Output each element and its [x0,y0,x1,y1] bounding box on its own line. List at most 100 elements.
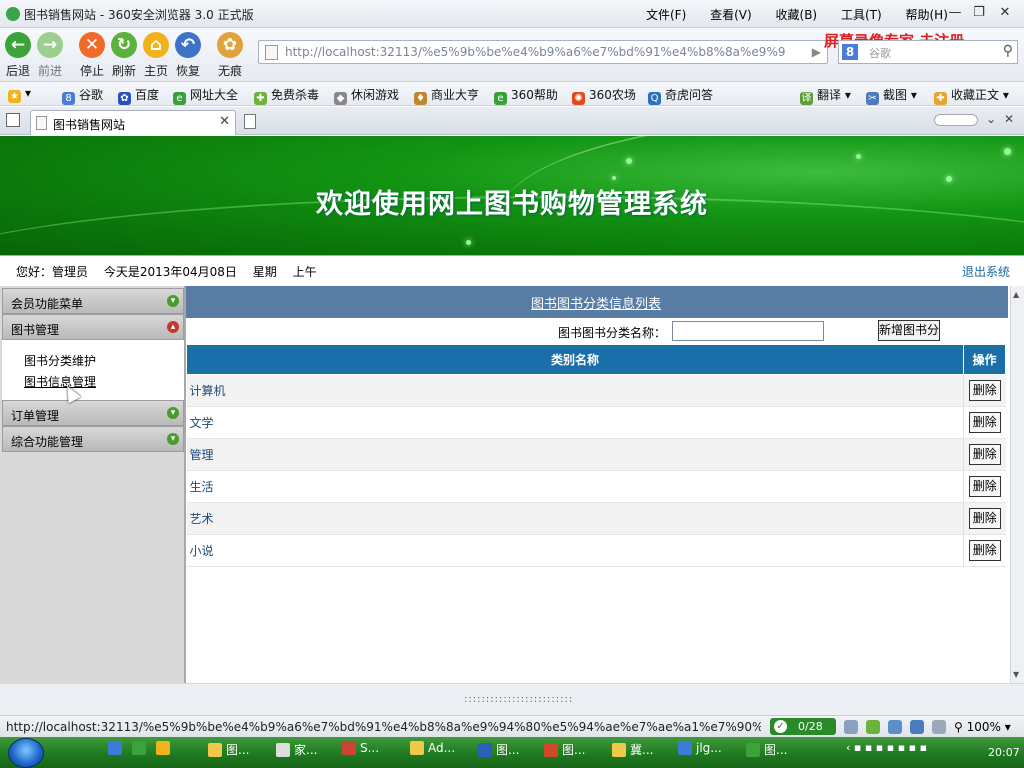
taskbar-item[interactable]: S... [342,741,379,764]
delete-button[interactable]: 删除 [968,476,1001,497]
taskbar-item[interactable]: Ad... [410,741,455,764]
zoom-level[interactable]: ⚲ 100% ▾ [954,720,1011,734]
taskbar-item[interactable]: 图... [478,741,519,764]
search-icon[interactable]: ⚲ [1003,43,1013,59]
sidebar-section-books[interactable]: 图书管理 ▴ [2,314,184,340]
status-bar: http://localhost:32113/%e5%9b%be%e4%b9%a… [0,715,1024,737]
system-tray[interactable]: ‹ ▪ ▪ ▪ ▪ ▪ ▪ ▪ [846,741,927,764]
back-button[interactable]: ← 后退 [0,30,36,80]
google-icon[interactable]: 8 [842,44,858,60]
speaker-icon[interactable] [932,720,946,734]
date-text: 今天是2013年04月08日 [103,265,237,279]
menu-tools[interactable]: 工具(T) [841,8,882,22]
pane-splitter[interactable]: ::::::::::::::::::::::::: [0,683,1024,715]
menu-favorites[interactable]: 收藏(B) [776,8,818,22]
taskbar-item[interactable]: 图... [544,741,585,764]
menu-help[interactable]: 帮助(H) [905,8,947,22]
favorites-star-icon[interactable]: ★ ▾ [8,86,31,103]
go-arrow-icon[interactable]: ▶ [812,45,821,59]
menu-file[interactable]: 文件(F) [646,8,686,22]
minimize-icon[interactable]: — [944,4,966,22]
delete-button[interactable]: 删除 [968,380,1001,401]
security-status-badge[interactable]: ✓ 0/28 [770,718,836,735]
fav-url-directory[interactable]: e 网址大全 [173,86,238,105]
banner-sparkle [466,240,471,245]
fav-business-tycoon[interactable]: ♦ 商业大亨 [414,86,479,105]
quicklaunch-desktop-icon[interactable] [156,741,174,764]
sidebar-item-book-info-management[interactable]: 图书信息管理 [24,373,96,390]
stop-button[interactable]: ✕ 停止 [74,30,110,80]
quicklaunch-360-icon[interactable] [132,741,150,764]
banner-sparkle [1004,148,1011,155]
sidebar-item-category-maintenance[interactable]: 图书分类维护 [24,352,96,369]
delete-button[interactable]: 删除 [968,540,1001,561]
delete-button[interactable]: 删除 [968,508,1001,529]
screenshot-icon: ✂ [866,92,879,105]
page-icon [265,45,278,60]
page-info-icon[interactable] [844,720,858,734]
quicklaunch-ie-icon[interactable] [108,741,126,764]
scroll-down-icon[interactable]: ▼ [1013,670,1019,679]
taskbar-item[interactable]: 图... [208,741,249,764]
close-icon[interactable]: ✕ [1004,112,1014,126]
sidebar-section-member[interactable]: 会员功能菜单 ▾ [2,288,184,314]
tab-list-icon[interactable] [6,113,20,127]
taskbar-item[interactable]: 冀... [612,741,653,764]
category-cell: 小说 [186,534,964,567]
search-input[interactable]: 8 谷歌 ⚲ [838,40,1018,64]
sidebar-section-orders[interactable]: 订单管理 ▾ [2,400,184,426]
fav-casual-games[interactable]: ◆ 休闲游戏 [334,86,399,105]
shield-icon: ✚ [254,92,267,105]
restore-button[interactable]: ↶ 恢复 [170,30,206,80]
restore-window-icon[interactable]: ❐ [968,4,990,22]
add-category-button[interactable]: 新增图书分 [878,320,940,341]
translate-button[interactable]: 译翻译 ▾ [800,86,851,105]
window-title: 图书销售网站 - 360安全浏览器 3.0 正式版 [24,8,254,22]
home-button[interactable]: ⌂ 主页 [138,30,174,80]
download-icon[interactable] [888,720,902,734]
table-header-row: 类别名称 操作 [186,344,1006,375]
forward-button[interactable]: → 前进 [32,30,68,80]
ie-icon [678,741,692,755]
fav-qihoo-qa[interactable]: Q 奇虎问答 [648,86,713,105]
screenshot-button[interactable]: ✂ 截图 ▾ [866,86,917,105]
shield-icon[interactable] [866,720,880,734]
refresh-button[interactable]: ↻ 刷新 [106,30,142,80]
fav-360-farm[interactable]: ✺ 360农场 [572,86,636,105]
new-tab-icon[interactable] [244,114,256,129]
category-name-input[interactable] [672,321,824,341]
logout-link[interactable]: 退出系统 [962,263,1010,280]
save-article-button[interactable]: ✚ 收藏正文 ▾ [934,86,1009,105]
incognito-button[interactable]: ✿ 无痕 [212,30,248,80]
refresh-icon: ↻ [111,32,137,58]
taskbar-item[interactable]: 家... [276,741,317,764]
banner-title: 欢迎使用网上图书购物管理系统 [316,189,708,220]
address-bar[interactable]: http://localhost:32113/%e5%9b%be%e4%b9%a… [258,40,828,64]
close-tab-icon[interactable]: ✕ [219,114,230,129]
app-icon [342,741,356,755]
scroll-up-icon[interactable]: ▲ [1013,290,1019,299]
delete-button[interactable]: 删除 [968,444,1001,465]
menu-view[interactable]: 查看(V) [710,8,752,22]
list-title[interactable]: 图书图书分类信息列表 [186,293,1006,312]
fav-360-help[interactable]: e 360帮助 [494,86,558,105]
fav-baidu[interactable]: ✿ 百度 [118,86,159,105]
delete-button[interactable]: 删除 [968,412,1001,433]
fav-free-antivirus[interactable]: ✚ 免费杀毒 [254,86,319,105]
expand-icon: ▾ [167,433,179,445]
vertical-scrollbar[interactable]: ▲ ▼ [1010,286,1024,683]
taskbar-item[interactable]: jlg... [678,741,722,764]
banner-sparkle [856,154,861,159]
chevron-down-icon[interactable]: ⌄ [986,112,996,126]
start-button-windows-icon[interactable] [8,738,44,768]
windows-taskbar: 图... 家... S... Ad... 图... 图... 冀... jlg.… [0,737,1024,768]
drag-grip-icon[interactable]: ::::::::::::::::::::::::: [464,694,573,705]
taskbar-item[interactable]: 图... [746,741,787,764]
tab-search-pill[interactable] [934,114,978,126]
close-window-icon[interactable]: ✕ [994,4,1016,22]
sidebar-section-general[interactable]: 综合功能管理 ▾ [2,426,184,452]
window-icon[interactable] [910,720,924,734]
tab-book-sales[interactable]: 图书销售网站 ✕ [30,110,236,135]
clock[interactable]: 20:07 [988,746,1020,759]
fav-google[interactable]: 8 谷歌 [62,86,103,105]
